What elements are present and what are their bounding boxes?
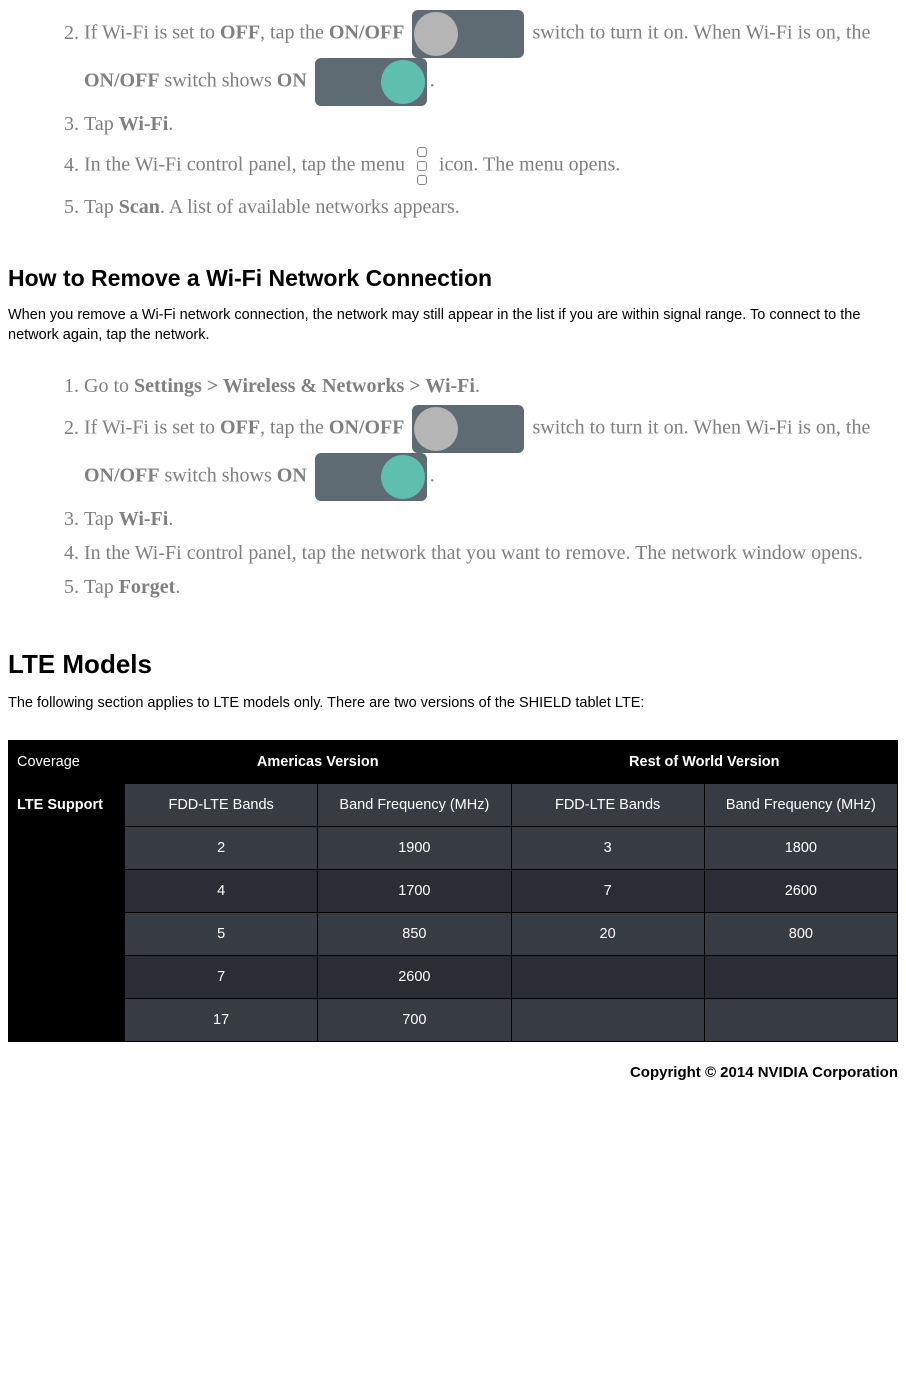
step-item: In the Wi-Fi control panel, tap the netw… — [84, 538, 898, 569]
th-americas: Americas Version — [125, 740, 512, 783]
table-subheader-row: LTE Support FDD-LTE Bands Band Frequency… — [9, 783, 898, 826]
bold: Wi-Fi — [119, 508, 169, 530]
step-text: switch shows — [160, 70, 277, 92]
td-a-band: 5 — [125, 912, 318, 955]
td-a-band: 7 — [125, 955, 318, 998]
td-a-freq: 700 — [318, 998, 511, 1041]
step-text: . — [430, 465, 435, 487]
td-a-freq: 2600 — [318, 955, 511, 998]
bold: ON/OFF — [84, 70, 160, 92]
th-lte-support: LTE Support — [9, 783, 125, 826]
th-freq-r: Band Frequency (MHz) — [704, 783, 897, 826]
step-text: . — [168, 113, 173, 135]
step-text: Go to — [84, 375, 134, 397]
toggle-off-icon — [412, 10, 524, 58]
table-row: 2 1900 3 1800 — [9, 826, 898, 869]
td-a-freq: 1700 — [318, 869, 511, 912]
step-text: . — [430, 70, 435, 92]
step-item: In the Wi-Fi control panel, tap the menu… — [84, 143, 898, 189]
step-item: If Wi-Fi is set to OFF, tap the ON/OFF s… — [84, 10, 898, 106]
td-r-band — [511, 998, 704, 1041]
remove-intro: When you remove a Wi-Fi network connecti… — [8, 306, 898, 345]
step-text: Tap — [84, 508, 119, 530]
bold: ON — [277, 70, 307, 92]
step-text: If Wi-Fi is set to — [84, 22, 220, 44]
step-text: , tap the — [260, 417, 329, 439]
steps-list-2: Go to Settings > Wireless & Networks > W… — [8, 371, 898, 603]
bold: ON/OFF — [329, 417, 405, 439]
menu-dots-icon — [413, 143, 431, 189]
lte-intro: The following section applies to LTE mod… — [8, 694, 898, 714]
td-r-band: 20 — [511, 912, 704, 955]
td-r-freq: 1800 — [704, 826, 897, 869]
bold: Wi-Fi — [119, 113, 169, 135]
lte-table: Coverage Americas Version Rest of World … — [8, 740, 898, 1042]
step-item: Go to Settings > Wireless & Networks > W… — [84, 371, 898, 402]
td-r-band: 7 — [511, 869, 704, 912]
td-r-band — [511, 955, 704, 998]
step-text: Tap — [84, 113, 119, 135]
th-bands-r: FDD-LTE Bands — [511, 783, 704, 826]
step-text: Tap — [84, 196, 119, 218]
th-row: Rest of World Version — [511, 740, 898, 783]
step-text: switch to turn it on. When Wi-Fi is on, … — [532, 417, 870, 439]
table-header-row: Coverage Americas Version Rest of World … — [9, 740, 898, 783]
td-r-freq: 800 — [704, 912, 897, 955]
steps-list-1: If Wi-Fi is set to OFF, tap the ON/OFF s… — [8, 10, 898, 223]
step-text: . A list of available networks appears. — [160, 196, 460, 218]
step-text: In the Wi-Fi control panel, tap the menu — [84, 154, 410, 176]
td-a-band: 4 — [125, 869, 318, 912]
td-blank — [9, 826, 125, 1041]
td-r-freq — [704, 998, 897, 1041]
td-a-freq: 1900 — [318, 826, 511, 869]
bold: ON — [277, 465, 307, 487]
bold: ON/OFF — [84, 465, 160, 487]
th-bands-a: FDD-LTE Bands — [125, 783, 318, 826]
step-text: switch shows — [160, 465, 277, 487]
td-a-band: 2 — [125, 826, 318, 869]
toggle-on-icon — [315, 453, 427, 501]
th-coverage: Coverage — [9, 740, 125, 783]
copyright: Copyright © 2014 NVIDIA Corporation — [8, 1064, 898, 1081]
step-item: Tap Scan. A list of available networks a… — [84, 192, 898, 223]
step-text: icon. The menu opens. — [434, 154, 620, 176]
step-item: Tap Forget. — [84, 572, 898, 603]
td-r-freq — [704, 955, 897, 998]
bold: Settings > Wireless & Networks > Wi-Fi — [134, 375, 475, 397]
step-text: . — [175, 576, 180, 598]
toggle-off-icon — [412, 405, 524, 453]
bold: OFF — [220, 417, 260, 439]
bold: OFF — [220, 22, 260, 44]
bold: Scan — [119, 196, 160, 218]
toggle-on-icon — [315, 58, 427, 106]
step-item: Tap Wi-Fi. — [84, 504, 898, 535]
td-a-band: 17 — [125, 998, 318, 1041]
td-r-band: 3 — [511, 826, 704, 869]
section-title-lte: LTE Models — [8, 649, 898, 680]
th-freq-a: Band Frequency (MHz) — [318, 783, 511, 826]
section-title-remove: How to Remove a Wi-Fi Network Connection — [8, 265, 898, 292]
step-text: . — [475, 375, 480, 397]
td-r-freq: 2600 — [704, 869, 897, 912]
step-text: Tap — [84, 576, 119, 598]
step-text: , tap the — [260, 22, 329, 44]
bold: Forget — [119, 576, 176, 598]
table-row: 5 850 20 800 — [9, 912, 898, 955]
table-row: 7 2600 — [9, 955, 898, 998]
step-text: If Wi-Fi is set to — [84, 417, 220, 439]
td-a-freq: 850 — [318, 912, 511, 955]
table-row: 4 1700 7 2600 — [9, 869, 898, 912]
step-text: switch to turn it on. When Wi-Fi is on, … — [532, 22, 870, 44]
table-row: 17 700 — [9, 998, 898, 1041]
step-item: If Wi-Fi is set to OFF, tap the ON/OFF s… — [84, 405, 898, 501]
step-item: Tap Wi-Fi. — [84, 109, 898, 140]
bold: ON/OFF — [329, 22, 405, 44]
step-text: . — [168, 508, 173, 530]
